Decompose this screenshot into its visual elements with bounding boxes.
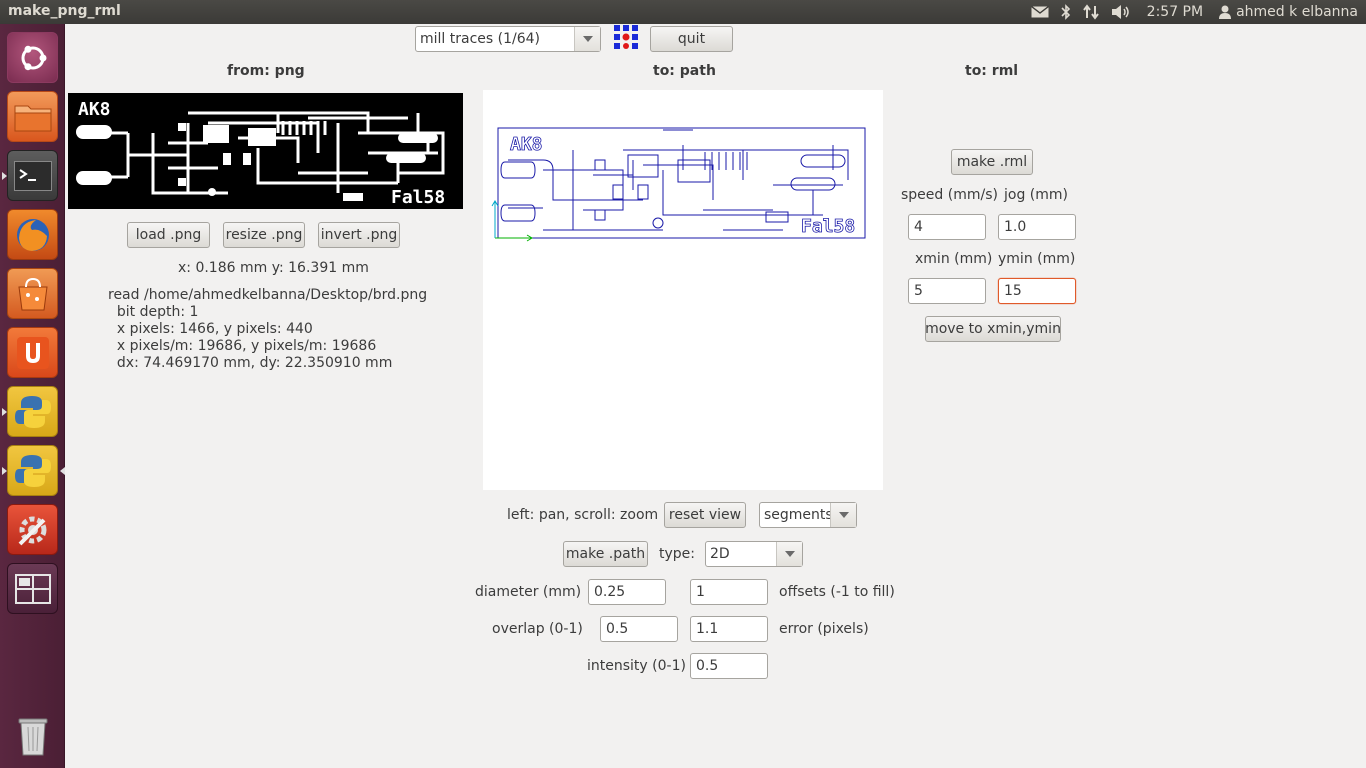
volume-icon[interactable]: [1105, 0, 1137, 24]
files-icon[interactable]: [7, 91, 58, 142]
top-panel: make_png_rml 2:57 PM ahmed k elbanna: [0, 0, 1366, 24]
launcher: [0, 24, 65, 768]
ubuntu-dash-icon[interactable]: [7, 32, 58, 83]
chevron-down-icon: [830, 503, 856, 527]
png-heading: from: png: [227, 63, 305, 79]
cursor-coords: x: 0.186 mm y: 16.391 mm: [178, 260, 369, 276]
png-info-line: read /home/ahmedkelbanna/Desktop/brd.png: [108, 287, 428, 303]
display-mode-select[interactable]: segments: [759, 502, 857, 528]
speed-field[interactable]: [908, 214, 986, 240]
png-info-line: x pixels: 1466, y pixels: 440: [108, 321, 313, 337]
type-select[interactable]: 2D: [705, 541, 803, 567]
ymin-field[interactable]: [998, 278, 1076, 304]
ymin-label: ymin (mm): [998, 251, 1076, 267]
diameter-label: diameter (mm): [475, 584, 582, 600]
png-info-line: dx: 74.469170 mm, dy: 22.350910 mm: [108, 355, 393, 371]
rml-heading: to: rml: [965, 63, 1019, 79]
window-title: make_png_rml: [8, 3, 121, 19]
python-icon[interactable]: [2, 445, 65, 496]
type-label: type:: [659, 546, 695, 562]
chevron-down-icon: [776, 542, 802, 566]
user-menu[interactable]: ahmed k elbanna: [1213, 0, 1366, 24]
network-icon[interactable]: [1077, 0, 1105, 24]
move-to-origin-button[interactable]: move to xmin,ymin: [925, 316, 1061, 342]
app-window: mill traces (1/64) quit from: png to: pa…: [65, 24, 1366, 768]
xmin-field[interactable]: [908, 278, 986, 304]
diameter-field[interactable]: [588, 579, 666, 605]
nav-hint: left: pan, scroll: zoom: [507, 507, 659, 523]
make-rml-button[interactable]: make .rml: [951, 149, 1033, 175]
make-path-button[interactable]: make .path: [563, 541, 648, 567]
mode-select[interactable]: mill traces (1/64): [415, 26, 601, 52]
ubuntu-one-icon[interactable]: [7, 327, 58, 378]
mode-select-value: mill traces (1/64): [420, 31, 540, 47]
overlap-label: overlap (0-1): [492, 621, 583, 637]
invert-png-button[interactable]: invert .png: [318, 222, 400, 248]
quit-button[interactable]: quit: [650, 26, 733, 52]
offsets-field[interactable]: [690, 579, 768, 605]
type-select-value: 2D: [710, 546, 730, 562]
firefox-icon[interactable]: [7, 209, 58, 260]
system-settings-icon[interactable]: [7, 504, 58, 555]
path-heading: to: path: [653, 63, 716, 79]
path-board-label-right: Fal58: [801, 216, 855, 237]
jog-field[interactable]: [998, 214, 1076, 240]
reset-view-button[interactable]: reset view: [664, 502, 746, 528]
terminal-icon[interactable]: [2, 150, 58, 201]
python-icon[interactable]: [2, 386, 58, 437]
software-center-icon[interactable]: [7, 268, 58, 319]
workspace-switcher-icon[interactable]: [7, 563, 58, 614]
bluetooth-icon[interactable]: [1055, 0, 1077, 24]
speed-label: speed (mm/s): [901, 187, 998, 203]
display-mode-value: segments: [764, 507, 830, 523]
path-preview[interactable]: AK8 Fal58: [483, 90, 883, 490]
png-info-line: x pixels/m: 19686, y pixels/m: 19686: [108, 338, 377, 354]
clock[interactable]: 2:57 PM: [1137, 0, 1213, 24]
jog-label: jog (mm): [1004, 187, 1068, 203]
chevron-down-icon: [574, 27, 600, 51]
png-info-line: bit depth: 1: [108, 304, 199, 320]
png-preview[interactable]: AK8 Fal58: [68, 93, 463, 209]
intensity-label: intensity (0-1): [587, 658, 686, 674]
mail-icon[interactable]: [1025, 0, 1055, 24]
user-name: ahmed k elbanna: [1236, 4, 1358, 20]
error-field[interactable]: [690, 616, 768, 642]
png-board-label-right: Fal58: [391, 187, 445, 208]
system-tray: 2:57 PM ahmed k elbanna: [1025, 0, 1366, 24]
user-icon: [1219, 5, 1232, 19]
trash-icon[interactable]: [7, 709, 58, 760]
overlap-field[interactable]: [600, 616, 678, 642]
path-board-label-left: AK8: [510, 134, 543, 155]
xmin-label: xmin (mm): [915, 251, 993, 267]
intensity-field[interactable]: [690, 653, 768, 679]
load-png-button[interactable]: load .png: [127, 222, 210, 248]
fab-logo-icon: [614, 25, 638, 49]
png-board-label-left: AK8: [78, 99, 111, 120]
error-label: error (pixels): [779, 621, 869, 637]
resize-png-button[interactable]: resize .png: [223, 222, 305, 248]
offsets-label: offsets (-1 to fill): [779, 584, 895, 600]
